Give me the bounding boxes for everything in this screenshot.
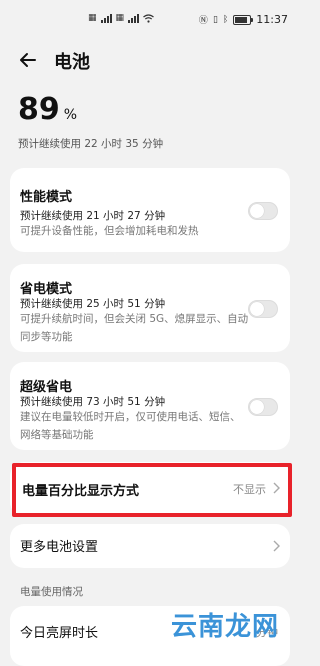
battery-remaining-time: 预计继续使用 22 小时 35 分钟 xyxy=(18,138,164,150)
super-power-saving-description: 建议在电量较低时开启，仅可使用电话、短信、网络等基础功能 xyxy=(20,411,241,441)
super-power-saving-estimate: 预计继续使用 73 小时 51 分钟 xyxy=(20,396,166,408)
toggle-knob xyxy=(250,400,264,414)
battery-percentage-display-title: 电量百分比显示方式 xyxy=(22,484,140,499)
status-right-icons: Ⓝ ▯ ᛒ 11:37 xyxy=(199,13,288,26)
status-bar: ▦ ▦ Ⓝ ▯ ᛒ 11:37 xyxy=(0,0,300,36)
performance-mode-description: 可提升设备性能，但会增加耗电和发热 xyxy=(20,225,199,237)
status-time: 11:37 xyxy=(256,13,288,26)
sim-1-icon: ▦ xyxy=(88,13,97,23)
battery-usage-section-label: 电量使用情况 xyxy=(20,586,83,598)
chevron-right-icon xyxy=(273,482,280,494)
wifi-icon xyxy=(143,13,154,23)
watermark-logo: 云南龙网 xyxy=(165,602,300,650)
page-header: 电池 xyxy=(0,44,300,76)
watermark-text: 云南龙网 xyxy=(171,612,280,642)
vibrate-icon: ▯ xyxy=(212,14,218,25)
toggle-knob xyxy=(250,302,264,316)
battery-percentage-display-value: 不显示 xyxy=(233,483,266,496)
more-battery-settings-row[interactable]: 更多电池设置 xyxy=(10,524,290,568)
sim-2-icon: ▦ xyxy=(115,13,125,23)
back-arrow-icon[interactable] xyxy=(18,50,38,70)
status-left-icons: ▦ ▦ xyxy=(88,13,154,23)
super-power-saving-card[interactable]: 超级省电 预计继续使用 73 小时 51 分钟 建议在电量较低时开启，仅可使用电… xyxy=(10,362,290,450)
battery-level-value: 89 xyxy=(18,92,60,127)
nfc-icon: Ⓝ xyxy=(198,16,208,26)
performance-mode-title: 性能模式 xyxy=(20,190,73,205)
chevron-right-icon xyxy=(273,540,280,552)
screen-on-time-title: 今日亮屏时长 xyxy=(20,626,99,641)
bluetooth-icon: ᛒ xyxy=(222,14,229,25)
performance-mode-estimate: 预计继续使用 21 小时 27 分钟 xyxy=(20,210,166,222)
performance-mode-toggle[interactable] xyxy=(248,202,278,220)
battery-icon xyxy=(233,14,254,25)
page-title: 电池 xyxy=(54,52,90,73)
battery-percentage-display-row[interactable]: 电量百分比显示方式 不显示 xyxy=(10,462,290,516)
toggle-knob xyxy=(250,204,264,218)
battery-level: 89% xyxy=(18,92,77,127)
performance-mode-card[interactable]: 性能模式 预计继续使用 21 小时 27 分钟 可提升设备性能，但会增加耗电和发… xyxy=(10,168,290,252)
power-saving-mode-estimate: 预计继续使用 25 小时 51 分钟 xyxy=(20,298,166,310)
power-saving-mode-toggle[interactable] xyxy=(248,300,278,318)
super-power-saving-toggle[interactable] xyxy=(248,398,278,416)
battery-percent-sign: % xyxy=(63,107,78,123)
signal-icon xyxy=(100,13,112,23)
signal-icon xyxy=(128,13,140,23)
power-saving-mode-card[interactable]: 省电模式 预计继续使用 25 小时 51 分钟 可提升续航时间，但会关闭 5G、… xyxy=(10,264,290,352)
power-saving-mode-description: 可提升续航时间，但会关闭 5G、熄屏显示、自动同步等功能 xyxy=(20,313,249,343)
power-saving-mode-title: 省电模式 xyxy=(20,282,73,297)
more-battery-settings-title: 更多电池设置 xyxy=(20,540,99,555)
super-power-saving-title: 超级省电 xyxy=(20,380,73,395)
